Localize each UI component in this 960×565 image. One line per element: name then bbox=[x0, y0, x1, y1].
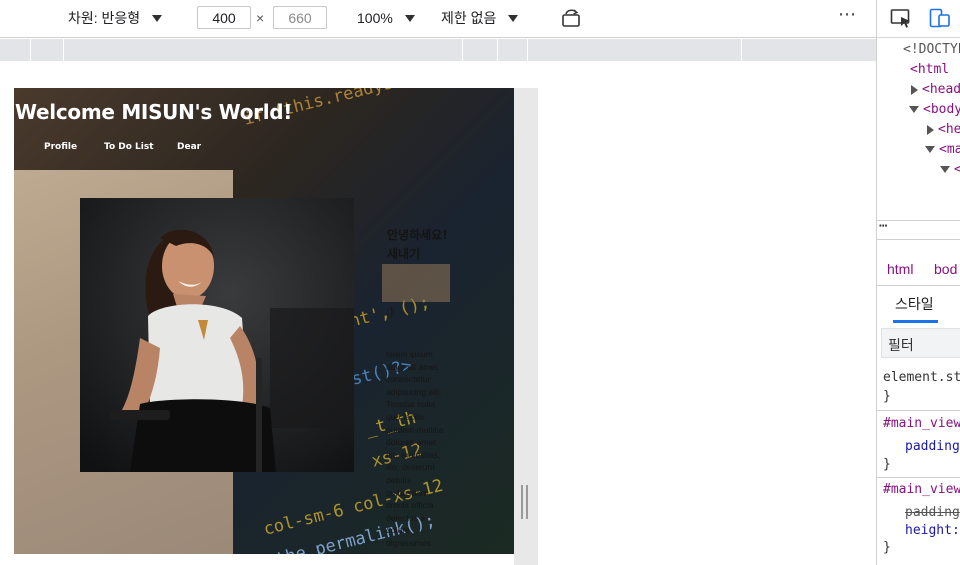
dom-node[interactable]: <body bbox=[909, 102, 960, 117]
page-bottom bbox=[14, 554, 514, 565]
dom-node-label: <he bbox=[938, 122, 960, 137]
expand-arrow-icon[interactable] bbox=[911, 84, 918, 95]
height-input[interactable]: 660 bbox=[273, 6, 327, 29]
dimensions-label: 차원: 반응형 bbox=[68, 10, 141, 26]
throttle-dropdown[interactable]: 제한 없음 bbox=[441, 0, 519, 36]
zoom-dropdown[interactable]: 100% bbox=[357, 0, 415, 36]
page-title: Welcome MISUN's World! bbox=[15, 100, 293, 124]
nav-link-dear[interactable]: Dear bbox=[177, 142, 201, 152]
dom-node-label: <body bbox=[923, 102, 960, 117]
dom-node-label: <head bbox=[922, 82, 960, 97]
media-query-ruler[interactable] bbox=[0, 39, 876, 61]
inspect-element-icon[interactable] bbox=[890, 8, 912, 28]
css-property-overridden[interactable]: padding bbox=[905, 505, 960, 520]
css-brace: } bbox=[883, 540, 891, 555]
zoom-label: 100% bbox=[357, 10, 393, 26]
rule-divider bbox=[877, 477, 960, 478]
intro-paragraph: lorem ipsum dolor sit amet consectetur a… bbox=[386, 349, 444, 548]
css-selector: #main_view bbox=[883, 482, 960, 497]
dom-node[interactable]: <html bbox=[910, 62, 949, 77]
ruler-tick bbox=[462, 39, 463, 61]
dimensions-dropdown[interactable]: 차원: 반응형 bbox=[68, 0, 163, 36]
dom-node-label: < bbox=[954, 162, 960, 177]
collapse-arrow-icon[interactable] bbox=[909, 106, 919, 113]
nav-link-todo[interactable]: To Do List bbox=[104, 142, 154, 152]
panel-divider bbox=[877, 239, 960, 240]
more-options-button[interactable]: ⋯ bbox=[838, 4, 857, 25]
ruler-tick bbox=[497, 39, 498, 61]
css-selector: element.st bbox=[883, 370, 960, 385]
dom-node[interactable]: < bbox=[940, 162, 960, 177]
more-nodes-button[interactable]: ⋯ bbox=[879, 218, 887, 234]
breadcrumb-body[interactable]: bod bbox=[934, 261, 957, 277]
collapse-arrow-icon[interactable] bbox=[925, 146, 935, 153]
emulated-page: if (this.readyState == 4 && this.status … bbox=[14, 88, 514, 554]
device-toolbar-icon[interactable] bbox=[929, 8, 951, 28]
devtools-device-mode: 차원: 반응형 400 × 660 100% 제한 없음 ⋯ nt', (); … bbox=[0, 0, 960, 565]
ruler-tick bbox=[30, 39, 31, 61]
dom-node[interactable]: <!DOCTYPE bbox=[903, 42, 960, 57]
devtools-panel: <!DOCTYPE <html <head <body <he <ma < ⋯ … bbox=[876, 0, 960, 565]
times-sign: × bbox=[256, 10, 265, 26]
expand-arrow-icon[interactable] bbox=[927, 124, 934, 135]
tab-styles[interactable]: 스타일 bbox=[895, 294, 934, 314]
panel-divider bbox=[877, 285, 960, 286]
dom-node[interactable]: <head bbox=[911, 82, 960, 97]
ruler-tick bbox=[741, 39, 742, 61]
ruler-tick bbox=[527, 39, 528, 61]
rule-divider bbox=[877, 410, 960, 411]
css-brace: } bbox=[883, 457, 891, 472]
dom-node[interactable]: <ma bbox=[925, 142, 960, 157]
styles-filter-input[interactable]: 필터 bbox=[881, 328, 960, 358]
dom-node[interactable]: <he bbox=[927, 122, 960, 137]
greeting-highlight bbox=[382, 264, 450, 302]
nav-link-profile[interactable]: Profile bbox=[44, 142, 77, 152]
breadcrumb-html[interactable]: html bbox=[887, 261, 913, 277]
css-brace: } bbox=[883, 389, 891, 404]
rotate-icon[interactable] bbox=[561, 8, 583, 28]
ruler-tick bbox=[63, 39, 64, 61]
resize-handle[interactable] bbox=[521, 485, 529, 519]
chevron-down-icon bbox=[508, 14, 519, 22]
greeting-heading: 안녕하세요! 새내기 bbox=[387, 228, 448, 261]
css-property[interactable]: padding bbox=[905, 439, 960, 454]
chevron-down-icon bbox=[404, 14, 415, 22]
panel-divider bbox=[877, 220, 960, 221]
css-selector: #main_view bbox=[883, 416, 960, 431]
smile-text: :) bbox=[386, 306, 394, 318]
profile-photo bbox=[80, 198, 354, 472]
dom-node-label: <ma bbox=[939, 142, 960, 157]
css-property[interactable]: height: bbox=[905, 523, 960, 538]
width-input[interactable]: 400 bbox=[197, 6, 251, 29]
device-toolbar: 차원: 반응형 400 × 660 100% 제한 없음 ⋯ bbox=[0, 0, 876, 38]
throttle-label: 제한 없음 bbox=[441, 10, 497, 26]
collapse-arrow-icon[interactable] bbox=[940, 166, 950, 173]
active-tab-indicator bbox=[893, 320, 938, 323]
devtools-top-bar bbox=[877, 0, 960, 38]
chevron-down-icon bbox=[152, 14, 163, 22]
